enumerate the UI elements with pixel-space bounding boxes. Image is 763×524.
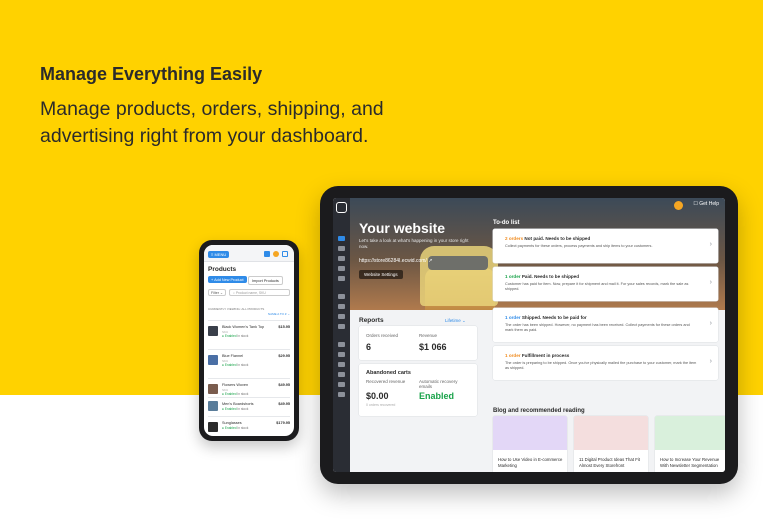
viewing-label: CURRENTLY VIEWING: ALL PRODUCTS xyxy=(208,307,265,311)
orders-value: 6 xyxy=(366,342,372,352)
search-input[interactable]: ⌕ Product name, SKU xyxy=(229,289,290,296)
products-icon[interactable] xyxy=(338,256,345,261)
sidebar-rail xyxy=(333,198,350,472)
product-thumbnail xyxy=(208,326,218,336)
phone-device: ≡ MENU Products + Add New Product Import… xyxy=(199,240,299,441)
import-products-button[interactable]: Import Products xyxy=(248,276,283,285)
todo-item[interactable]: 1 order Shipped. Needs to be paid for Th… xyxy=(493,308,718,342)
tablet-device: ☐ Get Help Your website Let's take a loo… xyxy=(320,186,738,484)
van-image xyxy=(420,246,498,306)
avatar[interactable] xyxy=(273,251,279,257)
marketing-icon[interactable] xyxy=(338,276,345,281)
menu-button[interactable]: ≡ MENU xyxy=(208,251,230,258)
sort-select[interactable]: NAME A TO Z ⌄ xyxy=(268,312,290,316)
apps-icon[interactable] xyxy=(338,382,345,387)
blog-card[interactable]: How to Use Video in E-commerce Marketing xyxy=(493,416,567,472)
avatar[interactable] xyxy=(674,201,683,210)
list-item[interactable]: Sunglasses ● Enabled In stock $179.95 xyxy=(208,416,290,436)
website-settings-button[interactable]: Website Settings xyxy=(359,270,403,279)
chevron-right-icon: › xyxy=(709,358,712,365)
list-item[interactable]: Black Women's Tank Top SKU ● Enabled In … xyxy=(208,320,290,347)
chevron-right-icon: › xyxy=(709,241,712,248)
website-url-link[interactable]: https://store86284I.ecwid.com/ ↗ xyxy=(359,258,432,264)
phone-screen: ≡ MENU Products + Add New Product Import… xyxy=(204,245,294,436)
tablet-screen: ☐ Get Help Your website Let's take a loo… xyxy=(333,198,725,472)
dashboard-icon[interactable] xyxy=(338,236,345,241)
period-select[interactable]: Lifetime ⌄ xyxy=(445,318,466,324)
product-thumbnail xyxy=(208,422,218,432)
website-description: Let's take a look at what's happening in… xyxy=(359,238,469,249)
abandoned-carts-card: Abandoned carts Recovered revenue $0.00 … xyxy=(359,364,477,416)
blog-card[interactable]: How to Increase Your Revenue With Newsle… xyxy=(655,416,725,472)
settings-icon[interactable] xyxy=(338,372,345,377)
filter-button[interactable]: Filter ⌄ xyxy=(208,289,226,296)
blog-image xyxy=(655,416,725,450)
blog-image xyxy=(493,416,567,450)
list-item[interactable]: Blue Flannel SKU ● Enabled In stock $29.… xyxy=(208,349,290,376)
blog-image xyxy=(574,416,648,450)
orders-icon[interactable] xyxy=(338,246,345,251)
payment-icon[interactable] xyxy=(338,352,345,357)
page-title: Products xyxy=(208,266,237,273)
shipping-icon[interactable] xyxy=(338,362,345,367)
orders-revenue-card: Orders received 6 Revenue $1 066 xyxy=(359,326,477,360)
account-icon[interactable] xyxy=(338,392,345,397)
website-icon[interactable] xyxy=(338,314,345,319)
mobile-icon[interactable] xyxy=(338,304,345,309)
revenue-value: $1 066 xyxy=(419,342,447,352)
chevron-right-icon: › xyxy=(709,320,712,327)
product-thumbnail xyxy=(208,401,218,411)
todo-item[interactable]: 1 order Paid. Needs to be shipped Custom… xyxy=(493,267,718,301)
customers-icon[interactable] xyxy=(338,266,345,271)
tablet-topbar: ☐ Get Help xyxy=(350,198,725,210)
sales-channels-icon[interactable] xyxy=(338,324,345,329)
hero-title: Manage Everything Easily xyxy=(40,64,263,84)
chat-icon[interactable] xyxy=(282,251,288,257)
chevron-right-icon: › xyxy=(709,279,712,286)
product-thumbnail xyxy=(208,355,218,365)
hero-subtitle: Manage products, orders, shipping, and a… xyxy=(40,98,384,147)
list-item[interactable]: Men's Boardshorts ● Enabled In stock $49… xyxy=(208,397,290,416)
recovered-value: $0.00 xyxy=(366,391,389,401)
blog-heading: Blog and recommended reading xyxy=(493,408,585,414)
todo-item[interactable]: 2 orders Not paid. Needs to be shipped C… xyxy=(493,229,718,263)
calendar-icon[interactable] xyxy=(264,251,270,257)
phone-topbar: ≡ MENU xyxy=(204,245,294,262)
todo-item[interactable]: 1 order Fulfillment in process The order… xyxy=(493,346,718,380)
website-title: Your website xyxy=(359,220,446,236)
todo-heading: To-do list xyxy=(493,220,520,226)
reports-heading: Reports xyxy=(359,317,384,324)
product-thumbnail xyxy=(208,384,218,394)
get-help-link[interactable]: ☐ Get Help xyxy=(693,201,719,207)
store-logo-icon[interactable] xyxy=(336,202,347,213)
design-icon[interactable] xyxy=(338,342,345,347)
reports-icon[interactable] xyxy=(338,294,345,299)
blog-card[interactable]: 11 Digital Product Ideas That Fit Almost… xyxy=(574,416,648,472)
add-product-button[interactable]: + Add New Product xyxy=(208,276,247,283)
auto-recovery-status[interactable]: Enabled xyxy=(419,391,454,401)
